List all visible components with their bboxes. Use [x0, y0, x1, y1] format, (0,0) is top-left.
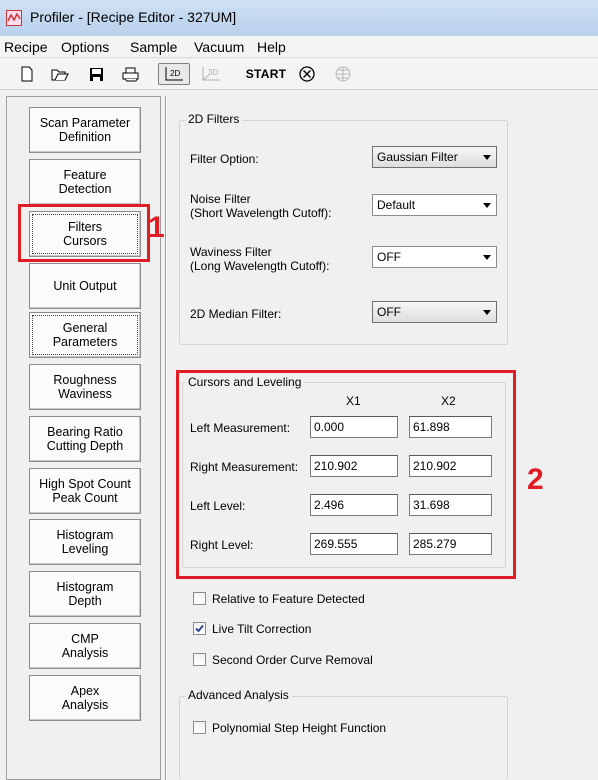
polynomial-step-label: Polynomial Step Height Function [212, 721, 387, 735]
sidebar-item-label: Roughness Waviness [53, 373, 117, 401]
sidebar-item-general-parameters[interactable]: General Parameters [29, 312, 141, 358]
median-filter-select[interactable]: OFF [372, 301, 497, 323]
2d-scan-icon[interactable]: 2D [158, 63, 190, 85]
print-icon[interactable] [120, 63, 140, 85]
median-filter-label: 2D Median Filter: [190, 307, 282, 321]
3d-label: 3D [208, 68, 218, 77]
sidebar-item-label: CMP Analysis [61, 632, 109, 660]
polynomial-step-checkbox[interactable] [193, 721, 206, 734]
start-label: START [245, 67, 287, 81]
sidebar-item-unit-output[interactable]: Unit Output [29, 263, 141, 309]
second-order-label: Second Order Curve Removal [212, 653, 373, 667]
waviness-filter-select[interactable]: OFF [372, 246, 497, 268]
toolbar: 2D 3D START [0, 59, 598, 90]
3d-scan-icon: 3D [198, 63, 224, 85]
panel-divider [165, 96, 167, 780]
sidebar-item-bearing-ratio[interactable]: Bearing Ratio Cutting Depth [29, 416, 141, 462]
chevron-down-icon [483, 155, 491, 160]
sidebar-item-roughness-waviness[interactable]: Roughness Waviness [29, 364, 141, 410]
waviness-filter-label: Waviness Filter (Long Wavelength Cutoff)… [190, 245, 330, 273]
sidebar-item-cmp-analysis[interactable]: CMP Analysis [29, 623, 141, 669]
sidebar-item-label: Bearing Ratio Cutting Depth [46, 425, 124, 453]
menu-recipe[interactable]: Recipe [4, 39, 48, 55]
start-button[interactable]: START [244, 63, 288, 85]
sidebar-item-scan-parameter-definition[interactable]: Scan Parameter Definition [29, 107, 141, 153]
new-file-icon[interactable] [18, 63, 36, 85]
filter-option-value: Gaussian Filter [377, 150, 458, 164]
annotation-box-2 [176, 370, 516, 579]
advanced-analysis-group [179, 696, 508, 780]
menu-vacuum[interactable]: Vacuum [194, 39, 244, 55]
grid-icon [332, 63, 354, 85]
sidebar-item-label: High Spot Count Peak Count [39, 477, 131, 505]
window-title: Profiler - [Recipe Editor - 327UM] [30, 9, 237, 25]
sidebar-item-high-spot-count[interactable]: High Spot Count Peak Count [29, 468, 141, 514]
sidebar-item-feature-detection[interactable]: Feature Detection [29, 159, 141, 205]
sidebar-item-label: General Parameters [52, 321, 118, 349]
2d-label: 2D [170, 69, 180, 78]
menu-help[interactable]: Help [257, 39, 286, 55]
stop-icon[interactable] [296, 63, 318, 85]
relative-feature-checkbox[interactable] [193, 592, 206, 605]
annotation-box-1 [18, 204, 150, 262]
noise-filter-value: Default [377, 198, 416, 212]
sidebar-item-label: Scan Parameter Definition [39, 116, 131, 144]
app-icon [6, 10, 22, 26]
sidebar: Scan Parameter Definition Feature Detect… [6, 96, 161, 780]
advanced-analysis-title: Advanced Analysis [185, 688, 292, 702]
filter-option-select[interactable]: Gaussian Filter [372, 146, 497, 168]
chevron-down-icon [483, 255, 491, 260]
waviness-filter-value: OFF [377, 250, 401, 264]
live-tilt-label: Live Tilt Correction [212, 622, 312, 636]
sidebar-item-label: Feature Detection [58, 168, 112, 196]
noise-filter-label: Noise Filter (Short Wavelength Cutoff): [190, 192, 332, 220]
annotation-label-1: 1 [148, 211, 165, 244]
2d-filters-title: 2D Filters [185, 112, 243, 126]
relative-feature-label: Relative to Feature Detected [212, 592, 365, 606]
menu-sample[interactable]: Sample [130, 39, 177, 55]
live-tilt-checkbox[interactable] [193, 622, 206, 635]
open-folder-icon[interactable] [50, 63, 70, 85]
filter-option-label: Filter Option: [190, 152, 259, 166]
title-bar: Profiler - [Recipe Editor - 327UM] [0, 0, 598, 36]
sidebar-item-apex-analysis[interactable]: Apex Analysis [29, 675, 141, 721]
second-order-checkbox[interactable] [193, 653, 206, 666]
menu-bar: Recipe Options Sample Vacuum Help [0, 36, 598, 58]
chevron-down-icon [483, 203, 491, 208]
chevron-down-icon [483, 310, 491, 315]
menu-options[interactable]: Options [61, 39, 109, 55]
save-icon[interactable] [87, 63, 105, 85]
noise-filter-select[interactable]: Default [372, 194, 497, 216]
sidebar-item-histogram-leveling[interactable]: Histogram Leveling [29, 519, 141, 565]
sidebar-item-histogram-depth[interactable]: Histogram Depth [29, 571, 141, 617]
sidebar-item-label: Unit Output [53, 279, 117, 293]
sidebar-item-label: Histogram Depth [56, 580, 114, 608]
sidebar-item-label: Apex Analysis [61, 684, 109, 712]
annotation-label-2: 2 [527, 463, 544, 496]
sidebar-item-label: Histogram Leveling [56, 528, 114, 556]
median-filter-value: OFF [377, 305, 401, 319]
